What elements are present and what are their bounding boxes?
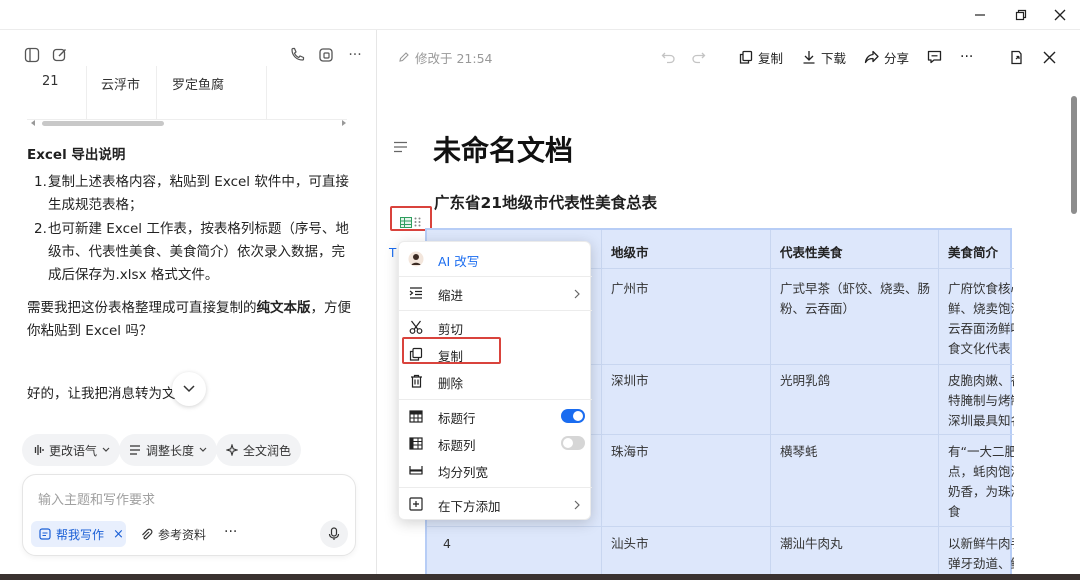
document-title[interactable]: 未命名文档 [433, 129, 573, 169]
outline-icon[interactable] [393, 141, 408, 153]
menu-item-delete[interactable]: 删除 [399, 368, 592, 394]
table-cell-food: 罗定鱼腐 [172, 78, 225, 93]
microphone-icon[interactable] [320, 520, 348, 548]
scroll-down-button[interactable] [172, 372, 206, 406]
menu-item-header-row[interactable]: 标题行 [399, 403, 592, 429]
cell-no[interactable]: 4 [443, 534, 451, 554]
menu-item-header-col[interactable]: 标题列 [399, 430, 592, 456]
change-tone-chip[interactable]: 更改语气 [22, 434, 121, 466]
document-subtitle[interactable]: 广东省21地级市代表性美食总表 [434, 191, 657, 213]
chevron-right-icon [574, 289, 580, 299]
vertical-scrollbar[interactable] [1070, 96, 1078, 580]
chevron-right-icon [574, 500, 580, 510]
cell-city[interactable]: 广州市 [611, 279, 649, 299]
chevron-down-icon [102, 447, 110, 452]
write-assist-tag[interactable]: 帮我写作 × [31, 521, 126, 547]
polish-all-chip[interactable]: 全文润色 [216, 434, 302, 466]
column-divider [266, 66, 267, 120]
modified-status: 修改于 21:54 [398, 48, 493, 66]
cell-intro[interactable]: 以新鲜牛肉手弹牙劲道、鲜 [948, 534, 1014, 574]
copy-highlight-box [402, 337, 501, 364]
chevron-down-icon [199, 447, 207, 452]
header-intro[interactable]: 美食简介 [948, 242, 998, 261]
adjust-length-chip[interactable]: 调整长度 [119, 434, 218, 466]
more-options-button[interactable]: ··· [224, 524, 237, 540]
share-button[interactable]: 分享 [864, 48, 909, 66]
table-cell-no: 21 [42, 74, 59, 89]
sidebar-toggle-icon[interactable] [23, 46, 41, 64]
comment-icon[interactable] [927, 48, 942, 66]
text-type-indicator[interactable]: T [389, 246, 396, 260]
cell-food[interactable]: 光明乳鸽 [780, 371, 830, 391]
waveform-icon [34, 445, 44, 455]
trash-icon [407, 372, 425, 390]
paperclip-icon [142, 528, 153, 540]
cell-food[interactable]: 广式早茶（虾饺、烧卖、肠 粉、云吞面） [780, 279, 935, 319]
undo-icon[interactable] [661, 48, 676, 66]
list-item: 1. 复制上述表格内容，粘贴到 Excel 软件中，可直接 生成规范表格； [34, 174, 349, 213]
document-icon [39, 528, 51, 540]
assistant-question: 需要我把这份表格整理成可直接复制的纯文本版，方便 你粘贴到 Excel 吗？ [27, 300, 351, 339]
window-titlebar [0, 0, 1080, 30]
download-icon [803, 51, 815, 64]
add-box-icon [407, 495, 425, 513]
minimize-button[interactable] [960, 0, 1000, 30]
cell-city[interactable]: 珠海市 [611, 442, 649, 462]
menu-item-ai-rewrite[interactable]: AI 改写 [399, 246, 592, 272]
cell-food[interactable]: 横琴蚝 [780, 442, 818, 462]
sparkle-icon [226, 444, 238, 456]
new-chat-icon[interactable] [51, 46, 69, 64]
ai-avatar-icon [407, 250, 425, 268]
section-title: Excel 导出说明 [27, 147, 126, 163]
cell-city[interactable]: 汕头市 [611, 534, 649, 554]
download-button[interactable]: 下载 [802, 48, 846, 66]
menu-item-add-below[interactable]: 在下方添加 [399, 491, 592, 517]
taskbar-strip [0, 574, 1080, 580]
pencil-icon [399, 52, 409, 62]
share-icon [864, 50, 879, 64]
close-panel-icon[interactable] [1043, 48, 1056, 66]
copy-doc-button[interactable]: 复制 [739, 48, 783, 66]
scissors-icon [407, 318, 425, 336]
lines-icon [130, 445, 140, 455]
horizontal-scrollbar[interactable] [30, 119, 346, 127]
chat-panel: ··· 21 云浮市 罗定鱼腐 Excel 导出说明 1. 复制上述表格内容，粘… [0, 30, 377, 580]
window-icon[interactable] [317, 46, 335, 64]
table-header-row-icon [407, 407, 425, 425]
reference-button[interactable]: 参考资料 [140, 526, 206, 543]
cell-food[interactable]: 潮汕牛肉丸 [780, 534, 843, 554]
indent-icon [407, 284, 425, 302]
table-cell-city: 云浮市 [101, 78, 141, 93]
menu-item-equal-width[interactable]: 均分列宽 [399, 457, 592, 483]
table-header-col-icon [407, 434, 425, 452]
cell-city[interactable]: 深圳市 [611, 371, 649, 391]
column-divider [86, 66, 87, 120]
equal-width-icon [407, 461, 425, 479]
prompt-placeholder[interactable]: 输入主题和写作要求 [38, 489, 155, 508]
restore-button[interactable] [1001, 0, 1041, 30]
header-col-toggle[interactable] [561, 436, 585, 450]
copy-icon [739, 50, 753, 64]
header-row-toggle[interactable] [561, 409, 585, 423]
more-icon[interactable]: ··· [346, 46, 364, 64]
remove-tag-icon[interactable]: × [113, 527, 124, 542]
export-doc-icon[interactable] [1009, 48, 1024, 66]
header-city[interactable]: 地级市 [611, 242, 649, 261]
redo-icon[interactable] [691, 48, 706, 66]
prompt-input-box[interactable]: 输入主题和写作要求 帮我写作 × 参考资料 ··· [22, 474, 356, 556]
column-divider [156, 66, 157, 120]
context-menu: AI 改写 缩进 剪切 复制 删除 标题行 标题列 均分列宽 在下方添加 [398, 241, 592, 520]
more-menu-button[interactable]: ··· [960, 48, 973, 66]
cell-intro[interactable]: 有“一大二肥点，蚝肉饱满奶香，为珠海食 [948, 442, 1014, 522]
assistant-reply: 好的，让我把消息转为文 [27, 386, 176, 402]
menu-item-indent[interactable]: 缩进 [399, 280, 592, 306]
cell-intro[interactable]: 皮脆肉嫩、香特腌制与烤制深圳最具知名 [948, 371, 1014, 431]
close-window-button[interactable] [1040, 0, 1080, 30]
header-food[interactable]: 代表性美食 [780, 242, 843, 261]
cell-intro[interactable]: 广府饮食核心鲜、烧卖饱满云吞面汤鲜味食文化代表 [948, 279, 1014, 359]
phone-icon[interactable] [288, 46, 306, 64]
list-item: 2. 也可新建 Excel 工作表，按表格列标题（序号、地 级市、代表性美食、美食… [34, 221, 349, 283]
